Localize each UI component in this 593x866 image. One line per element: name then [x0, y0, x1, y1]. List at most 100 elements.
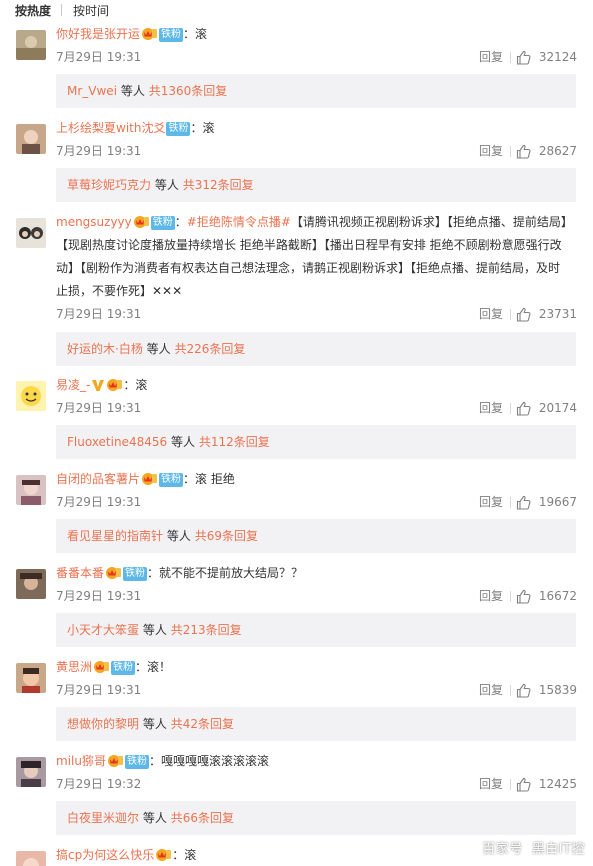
comment-meta: 7月29日 19:31 回复 28627 [56, 140, 577, 162]
sub-replies-summary[interactable]: Fluoxetine48456 等人 共112条回复 [56, 425, 576, 459]
divider [510, 146, 511, 157]
sub-replies-summary[interactable]: 看见星星的指南针 等人 共69条回复 [56, 519, 576, 553]
colon: ： [174, 215, 187, 229]
comment-meta: 7月29日 19:32 回复 12425 [56, 773, 577, 795]
fan-badge: 铁粉 [166, 122, 191, 136]
avatar[interactable] [16, 569, 46, 599]
avatar[interactable] [16, 381, 46, 411]
reply-button[interactable]: 回复 [479, 585, 503, 607]
comment-text: 滚 拒绝 [195, 472, 235, 486]
sub-replies-summary[interactable]: 小天才大笨蛋 等人 共213条回复 [56, 613, 576, 647]
others-label: 等人 [142, 623, 167, 637]
sub-reply-user[interactable]: 好运的木·白杨 [67, 342, 143, 356]
sub-reply-user[interactable]: Fluoxetine48456 [67, 435, 167, 449]
username-link[interactable]: 搞cp为何这么快乐 [56, 848, 154, 862]
username-link[interactable]: 黄思洲 [56, 660, 92, 674]
sub-reply-user[interactable]: 小天才大笨蛋 [67, 623, 139, 637]
sub-reply-user[interactable]: 想做你的黎明 [67, 717, 139, 731]
more-replies-link[interactable]: 共66条回复 [171, 811, 234, 825]
reply-button[interactable]: 回复 [479, 679, 503, 701]
timestamp: 7月29日 19:31 [56, 144, 142, 158]
member-crown-icon [94, 661, 110, 673]
like-button[interactable]: 28627 [516, 140, 577, 162]
sub-replies-summary[interactable]: 好运的木·白杨 等人 共226条回复 [56, 332, 576, 366]
sub-replies-summary[interactable]: 想做你的黎明 等人 共42条回复 [56, 707, 576, 741]
more-replies-link[interactable]: 共1360条回复 [149, 84, 228, 98]
like-button[interactable]: 32124 [516, 46, 577, 68]
sub-replies-summary[interactable]: Mr_Vwei 等人 共1360条回复 [56, 74, 576, 108]
colon: ： [123, 378, 136, 392]
fan-badge: 铁粉 [123, 567, 148, 581]
like-button[interactable]: 12425 [516, 773, 577, 795]
reply-button[interactable]: 回复 [479, 140, 503, 162]
sort-by-time-tab[interactable]: 按时间 [73, 2, 109, 19]
username-link[interactable]: 番番本番 [56, 566, 104, 580]
sub-reply-user[interactable]: Mr_Vwei [67, 84, 117, 98]
username-link[interactable]: 上杉绘梨夏with沈爻 [56, 121, 165, 135]
reply-button[interactable]: 回复 [479, 397, 503, 419]
more-replies-link[interactable]: 共213条回复 [171, 623, 242, 637]
comment-meta: 7月29日 19:31 回复 23731 [56, 303, 577, 325]
avatar[interactable] [16, 30, 46, 60]
comment-text: 滚 [184, 848, 197, 862]
watermark: 百家号 黑白IT控 [482, 838, 585, 857]
member-crown-icon [107, 755, 123, 767]
sub-replies-summary[interactable]: 白夜里米迦尔 等人 共66条回复 [56, 801, 576, 835]
fan-badge: 铁粉 [124, 755, 149, 769]
sort-bar: 按热度 按时间 [15, 0, 109, 20]
like-button[interactable]: 16672 [516, 585, 577, 607]
colon: ： [183, 27, 196, 41]
avatar[interactable] [16, 124, 46, 154]
reply-button[interactable]: 回复 [479, 46, 503, 68]
thumbs-up-icon [516, 495, 531, 510]
reply-button[interactable]: 回复 [479, 773, 503, 795]
more-replies-link[interactable]: 共42条回复 [171, 717, 234, 731]
username-link[interactable]: 自闭的品客薯片 [56, 472, 140, 486]
more-replies-link[interactable]: 共112条回复 [199, 435, 270, 449]
comment-text-line: 黄思洲 铁粉 ：滚！ [56, 656, 577, 679]
divider [61, 4, 63, 16]
username-link[interactable]: mengsuzyyy [56, 215, 132, 229]
sub-reply-user[interactable]: 看见星星的指南针 [67, 529, 163, 543]
member-crown-icon [142, 28, 158, 40]
timestamp: 7月29日 19:31 [56, 307, 142, 321]
thumbs-up-icon [516, 777, 531, 792]
avatar[interactable] [16, 218, 46, 248]
username-link[interactable]: milu猕哥 [56, 754, 106, 768]
reply-button[interactable]: 回复 [479, 303, 503, 325]
avatar[interactable] [16, 663, 46, 693]
like-count: 19667 [538, 495, 577, 509]
comment-text-line: 你好我是张开运 铁粉 ：滚 [56, 23, 577, 46]
timestamp: 7月29日 19:31 [56, 495, 142, 509]
comment-text-line: 易凌_- ：滚 [56, 374, 577, 397]
like-button[interactable]: 19667 [516, 491, 577, 513]
sub-reply-user[interactable]: 草莓珍妮巧克力 [67, 178, 151, 192]
colon: ： [183, 472, 196, 486]
hashtag-link[interactable]: #拒绝陈情令点播# [187, 215, 291, 229]
comment-meta: 7月29日 19:31 回复 16672 [56, 585, 577, 607]
comment-meta: 7月29日 19:31 回复 19667 [56, 491, 577, 513]
avatar[interactable] [16, 851, 46, 866]
avatar[interactable] [16, 757, 46, 787]
more-replies-link[interactable]: 共69条回复 [195, 529, 258, 543]
like-button[interactable]: 15839 [516, 679, 577, 701]
thumbs-up-icon [516, 144, 531, 159]
username-link[interactable]: 你好我是张开运 [56, 27, 140, 41]
like-button[interactable]: 20174 [516, 397, 577, 419]
others-label: 等人 [154, 178, 179, 192]
comment-text: 【请腾讯视频正视剧粉诉求】【拒绝点播、提前结局】 [290, 215, 573, 229]
sort-by-hot-tab[interactable]: 按热度 [15, 2, 51, 19]
more-replies-link[interactable]: 共226条回复 [175, 342, 246, 356]
sub-replies-summary[interactable]: 草莓珍妮巧克力 等人 共312条回复 [56, 168, 576, 202]
others-label: 等人 [146, 342, 171, 356]
like-count: 28627 [538, 144, 577, 158]
fan-badge: 铁粉 [159, 28, 184, 42]
avatar[interactable] [16, 475, 46, 505]
reply-button[interactable]: 回复 [479, 491, 503, 513]
more-replies-link[interactable]: 共312条回复 [183, 178, 254, 192]
like-button[interactable]: 23731 [516, 303, 577, 325]
username-link[interactable]: 易凌_- [56, 378, 90, 392]
divider [510, 497, 511, 508]
thumbs-up-icon [516, 683, 531, 698]
sub-reply-user[interactable]: 白夜里米迦尔 [67, 811, 139, 825]
